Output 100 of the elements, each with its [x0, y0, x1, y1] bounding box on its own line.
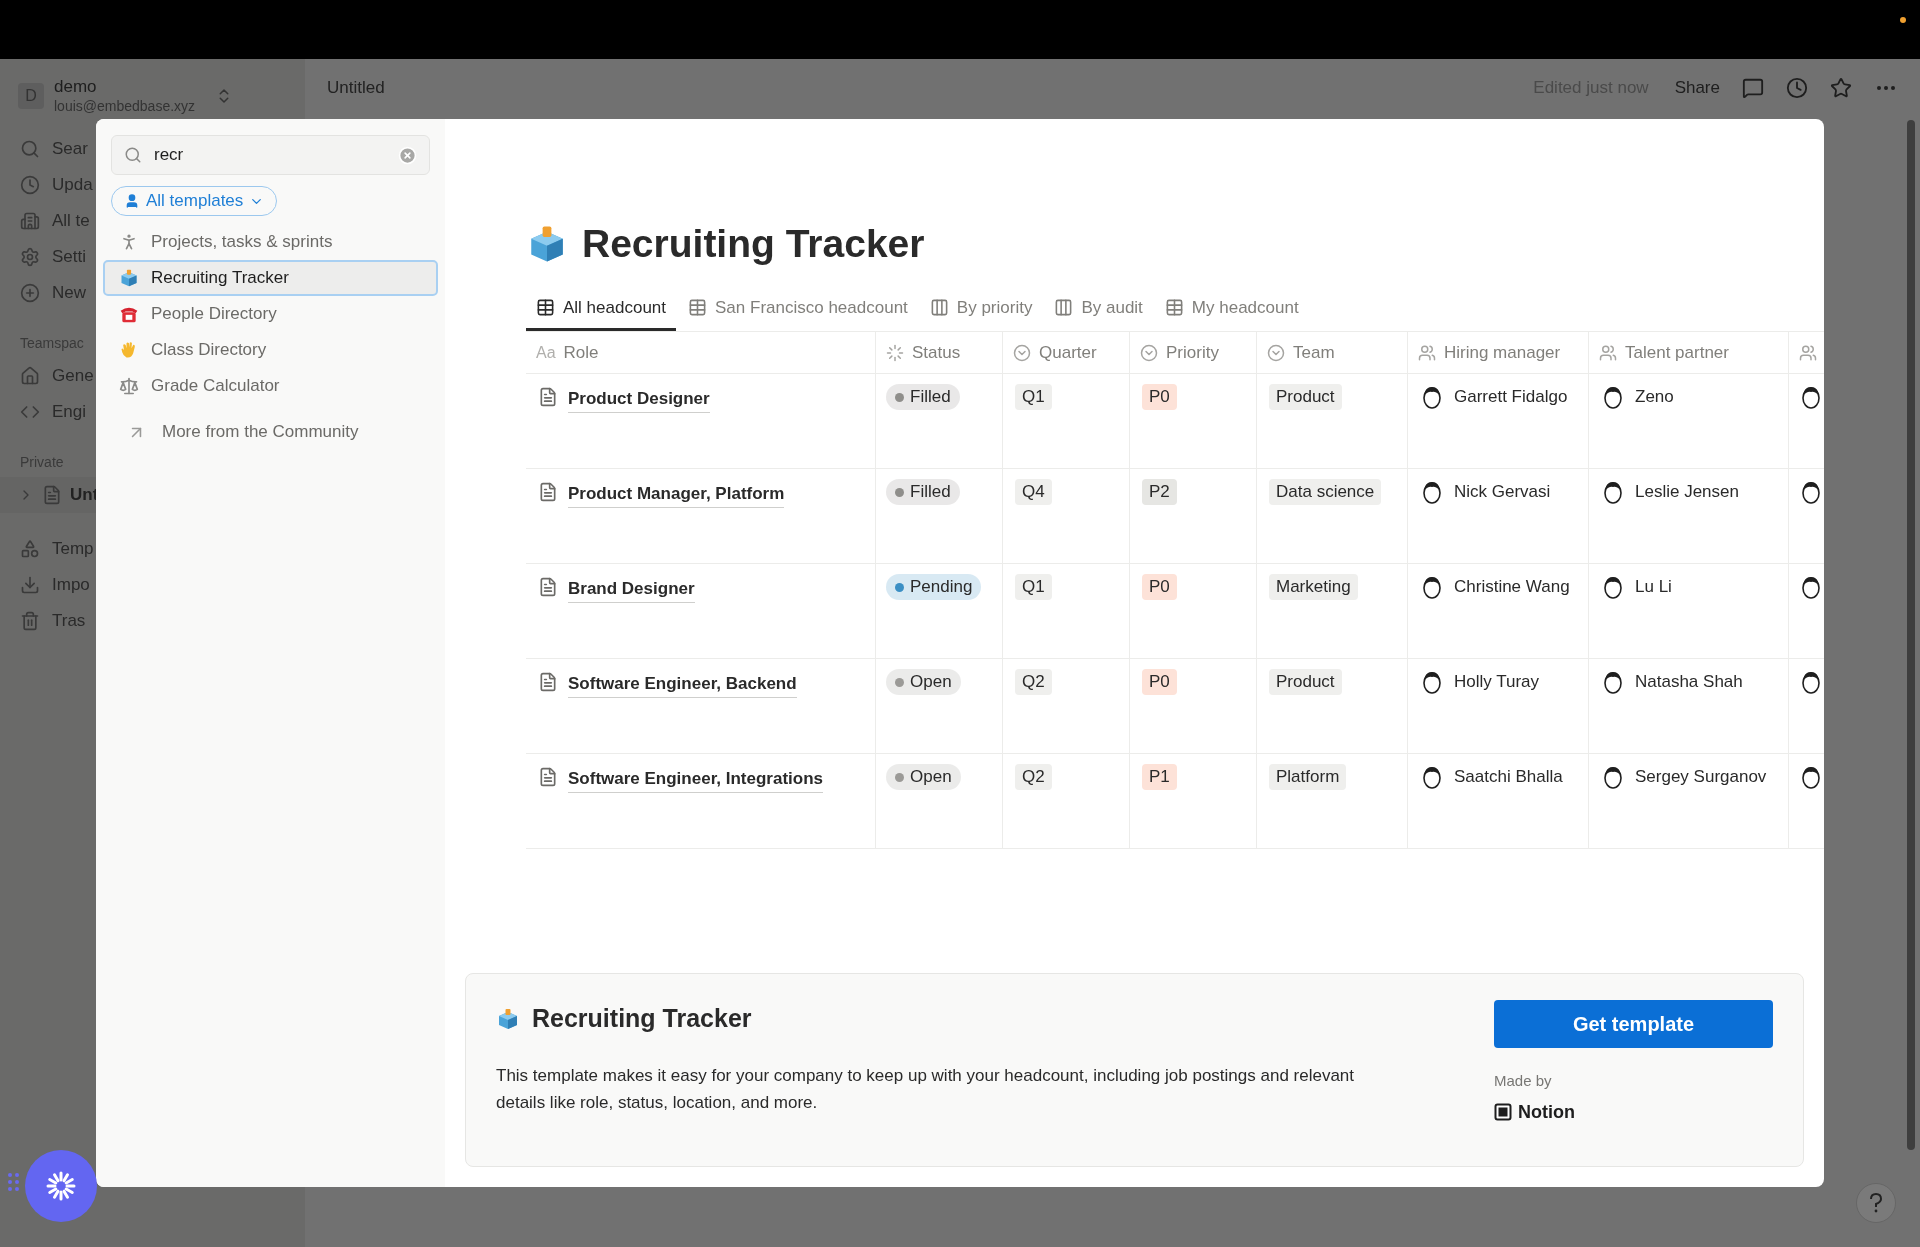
sidebar-item[interactable]: Setti	[52, 244, 87, 270]
download-icon	[20, 575, 40, 595]
sidebar-item[interactable]: All te	[52, 208, 90, 234]
page-icon	[538, 387, 558, 407]
person-icon	[124, 193, 140, 209]
template-name: Grade Calculator	[151, 375, 280, 398]
share-button[interactable]: Share	[1674, 75, 1720, 101]
get-template-button[interactable]: Get template	[1494, 1000, 1773, 1048]
building-icon	[20, 211, 40, 231]
person-name: Sergey Surganov	[1635, 766, 1767, 788]
template-name: Class Directory	[151, 339, 267, 362]
sidebar-item[interactable]: New	[52, 280, 86, 306]
author-name: Notion	[1518, 1100, 1575, 1124]
role-link[interactable]: Software Engineer, Backend	[568, 671, 797, 698]
sidebar-item[interactable]: Impo	[52, 572, 90, 598]
quarter-tag: Q4	[1015, 479, 1052, 505]
people-icon	[1418, 343, 1436, 362]
made-by-label: Made by	[1494, 1071, 1553, 1091]
column-header: Status	[912, 341, 961, 364]
sidebar-item[interactable]: Engi	[52, 399, 87, 425]
star-icon[interactable]	[1830, 77, 1852, 99]
quarter-tag: Q2	[1015, 669, 1052, 695]
priority-tag: P2	[1142, 479, 1177, 505]
person-name: Leslie Jensen	[1635, 481, 1739, 503]
view-tab[interactable]: By audit	[1044, 287, 1153, 331]
team-tag: Platform	[1269, 764, 1347, 790]
person-name: Christine Wang	[1454, 576, 1570, 598]
sidebar-item[interactable]: Gene	[52, 363, 94, 389]
history-icon[interactable]	[1786, 77, 1808, 99]
role-link[interactable]: Product Manager, Platform	[568, 481, 785, 508]
sidebar-item[interactable]: Upda	[52, 172, 93, 198]
status-tag: Open	[886, 764, 961, 790]
person-name: Garrett Fidalgo	[1454, 386, 1568, 408]
status-icon	[886, 343, 904, 362]
search-field[interactable]: recr	[111, 135, 430, 175]
scrollbar[interactable]	[1907, 120, 1915, 1150]
column-header: Quarter	[1039, 341, 1097, 364]
person-name: Natasha Shah	[1635, 671, 1743, 693]
search-icon	[124, 146, 142, 164]
avatar-icon	[1420, 384, 1444, 410]
board-icon	[929, 298, 949, 317]
comment-icon[interactable]	[1742, 77, 1764, 99]
clear-icon[interactable]	[398, 145, 417, 165]
view-tab[interactable]: All headcount	[526, 287, 677, 331]
template-item[interactable]: People Directory	[103, 296, 438, 332]
column-header: Role	[563, 341, 599, 364]
table-icon	[1164, 298, 1184, 317]
ballot-box-icon	[496, 1006, 520, 1031]
card-title: Recruiting Tracker	[532, 1003, 752, 1034]
team-tag: Product	[1269, 384, 1342, 410]
shapes-icon	[20, 539, 40, 559]
community-link[interactable]: More from the Community	[162, 419, 359, 445]
column-header: Hiring manager	[1444, 341, 1561, 364]
sidebar-item[interactable]: Sear	[52, 136, 88, 162]
person-name: Holly Turay	[1454, 671, 1540, 693]
priority-tag: P0	[1142, 669, 1177, 695]
page-icon	[538, 482, 558, 502]
view-tab[interactable]: My headcount	[1154, 287, 1309, 331]
table-icon	[536, 298, 555, 317]
column-header: Team	[1293, 341, 1335, 364]
trash-icon	[20, 611, 40, 631]
avatar-icon	[1601, 764, 1625, 790]
template-name: Projects, tasks & sprints	[151, 231, 333, 254]
search-icon	[20, 139, 40, 159]
avatar-icon	[1420, 574, 1444, 600]
template-item[interactable]: Class Directory	[103, 332, 438, 368]
template-item[interactable]: Grade Calculator	[103, 368, 438, 404]
clock-icon	[20, 175, 40, 195]
view-tab[interactable]: San Francisco headcount	[678, 287, 918, 331]
sidebar-item[interactable]: Unt	[70, 482, 99, 508]
role-link[interactable]: Brand Designer	[568, 576, 695, 603]
workspace-email: louis@embedbase.xyz	[54, 97, 196, 115]
role-link[interactable]: Software Engineer, Integrations	[568, 766, 824, 793]
person-name: Saatchi Bhalla	[1454, 766, 1563, 788]
avatar-icon	[1420, 669, 1444, 695]
page-icon	[538, 577, 558, 597]
drag-handle-icon[interactable]	[8, 1173, 19, 1191]
template-name: People Directory	[151, 303, 277, 326]
column-header: Talent partner	[1625, 341, 1729, 364]
sparkle-icon	[46, 1171, 76, 1201]
status-tag: Open	[886, 669, 961, 695]
role-link[interactable]: Product Designer	[568, 386, 710, 413]
home-icon	[20, 366, 40, 386]
sidebar-item[interactable]: Temp	[52, 536, 94, 562]
template-item[interactable]: Recruiting Tracker	[103, 260, 438, 296]
sidebar-item[interactable]: Tras	[52, 608, 86, 634]
ballot-box-icon	[119, 268, 139, 288]
view-tab[interactable]: By priority	[919, 287, 1043, 331]
logo-icon	[1494, 1103, 1512, 1121]
help-icon[interactable]	[1856, 1183, 1896, 1223]
select-icon	[1267, 343, 1285, 362]
quarter-tag: Q2	[1015, 764, 1052, 790]
avatar-icon	[1601, 574, 1625, 600]
template-item[interactable]: Projects, tasks & sprints	[103, 224, 438, 260]
template-name: Recruiting Tracker	[151, 267, 289, 290]
page-icon	[42, 485, 62, 505]
column-header: Priority	[1166, 341, 1219, 364]
avatar-icon	[1601, 384, 1625, 410]
priority-tag: P0	[1142, 384, 1177, 410]
template-description: This template makes it easy for your company to keep up with your headcount, including job postings and relevant details like role, status, location, and more.	[496, 1064, 1356, 1114]
